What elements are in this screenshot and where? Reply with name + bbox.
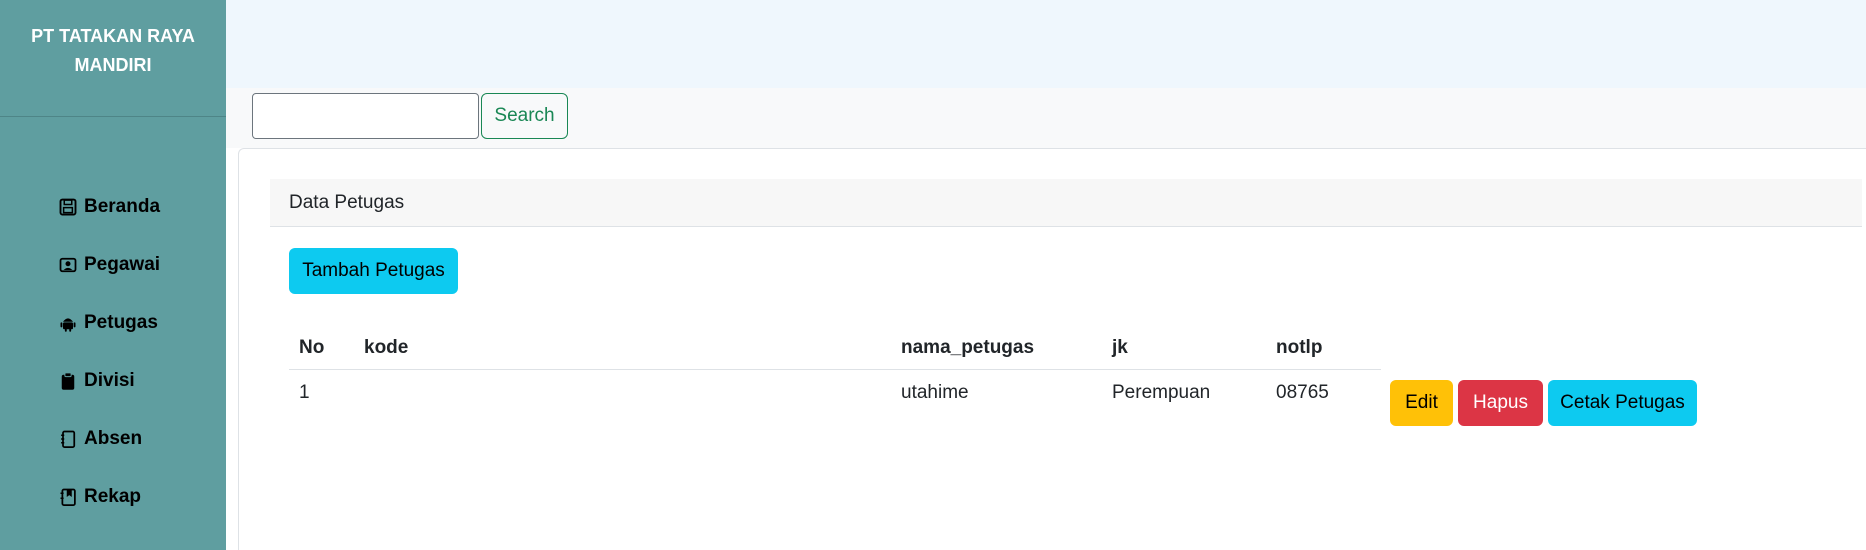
card-title: Data Petugas [289, 191, 405, 213]
cell-no: 1 [299, 382, 310, 403]
sidebar-item-divisi[interactable]: Divisi [0, 352, 226, 410]
sidebar-item-absen[interactable]: Absen [0, 410, 226, 468]
card-header: Data Petugas [270, 179, 1862, 227]
edit-button[interactable]: Edit [1390, 380, 1453, 426]
sidebar-item-petugas[interactable]: Petugas [0, 294, 226, 352]
search-input[interactable] [252, 93, 479, 139]
brand: PT TATAKAN RAYA MANDIRI [0, 0, 226, 117]
sidebar-item-rekap[interactable]: Rekap [0, 468, 226, 526]
sidebar-item-beranda[interactable]: Beranda [0, 178, 226, 236]
sidebar-item-label: Beranda [84, 196, 161, 217]
column-header-notlp: notlp [1276, 337, 1323, 358]
sidebar-item-pegawai[interactable]: Pegawai [0, 236, 226, 294]
tambah-petugas-button[interactable]: Tambah Petugas [289, 248, 458, 294]
column-header-kode: kode [364, 337, 409, 358]
bookmark-book-icon [58, 487, 78, 507]
column-header-nama-petugas: nama_petugas [901, 337, 1035, 358]
floppy-disk-icon [58, 197, 78, 217]
sidebar-item-label: Petugas [84, 312, 158, 333]
column-header-no: No [299, 337, 325, 358]
search-bar: Search [226, 88, 1866, 148]
cell-nama-petugas: utahime [901, 382, 969, 403]
clipboard-icon [58, 371, 78, 391]
person-badge-icon [58, 255, 78, 275]
sidebar: PT TATAKAN RAYA MANDIRI Beranda Pegawai … [0, 0, 226, 550]
data-petugas-card: Data Petugas Tambah Petugas No kode nama… [238, 148, 1866, 550]
hapus-button[interactable]: Hapus [1458, 380, 1543, 426]
sidebar-nav: Beranda Pegawai Petugas Divisi Absen Rek… [0, 117, 226, 526]
sidebar-item-label: Divisi [84, 370, 135, 391]
cetak-petugas-button[interactable]: Cetak Petugas [1548, 380, 1697, 426]
android-icon [58, 313, 78, 333]
cell-jk: Perempuan [1112, 382, 1211, 403]
sidebar-item-label: Pegawai [84, 254, 161, 275]
journal-icon [58, 429, 78, 449]
sidebar-item-label: Absen [84, 428, 143, 449]
top-navbar [226, 0, 1866, 88]
brand-name: PT TATAKAN RAYA MANDIRI [31, 26, 195, 75]
column-header-jk: jk [1112, 337, 1128, 358]
table-header-row: No kode nama_petugas jk notlp [289, 329, 1381, 370]
search-button[interactable]: Search [481, 93, 568, 139]
sidebar-item-label: Rekap [84, 486, 142, 507]
cell-notlp: 08765 [1276, 382, 1329, 403]
